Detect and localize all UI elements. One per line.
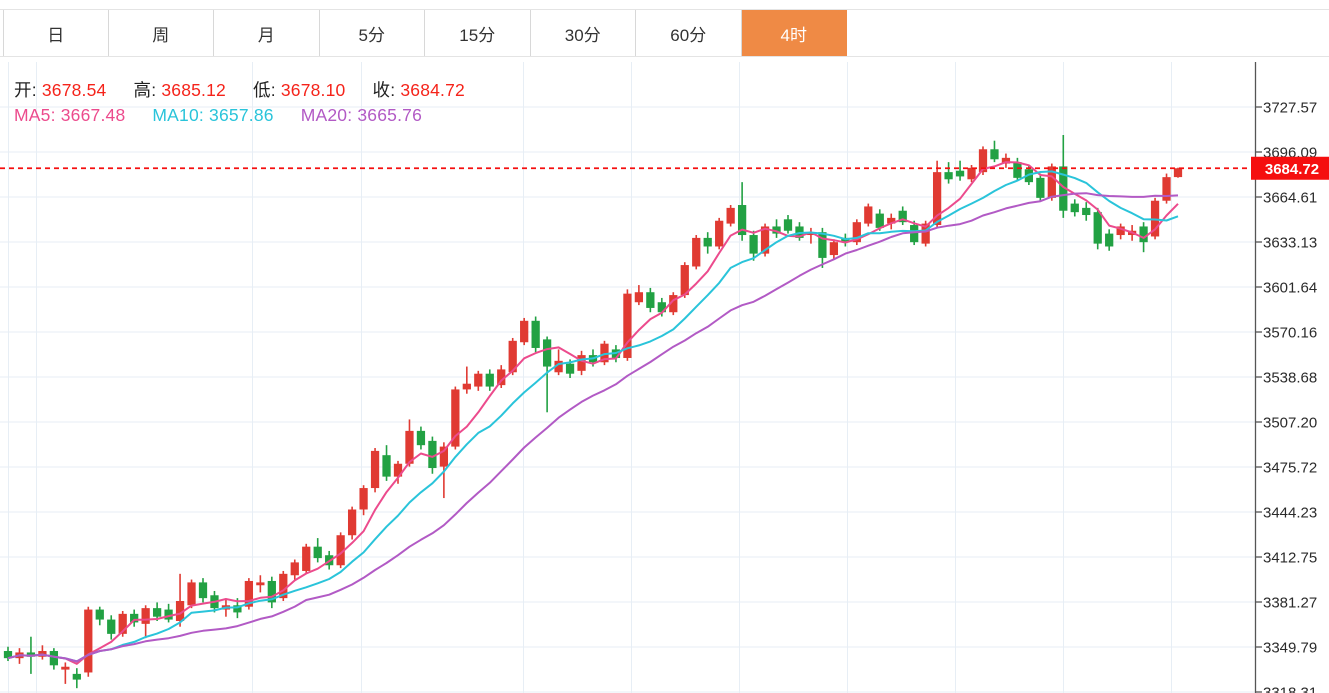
candle-body: [1013, 162, 1021, 178]
ma-label: MA20:: [301, 105, 353, 125]
candle-body: [1174, 168, 1182, 177]
ma-readout: MA5: 3667.48 MA10: 3657.86 MA20: 3665.76: [14, 105, 449, 126]
candle-body: [96, 610, 104, 620]
ma20-line: [8, 193, 1178, 661]
candle-body: [302, 547, 310, 571]
ma-value: 3667.48: [56, 105, 126, 125]
candle-body: [73, 674, 81, 680]
candle-body: [1071, 204, 1079, 213]
candle-body: [107, 620, 115, 634]
ma5-line: [8, 162, 1178, 664]
candle-body: [142, 608, 150, 624]
ohlc-group: 高: 3685.12: [134, 80, 227, 100]
candle-body: [451, 389, 459, 446]
candle-body: [1036, 178, 1044, 198]
candle-body: [566, 364, 574, 374]
ohlc-group: 低: 3678.10: [253, 80, 346, 100]
y-tick-label: 3318.31: [1263, 685, 1317, 693]
candle-body: [692, 238, 700, 267]
candle-body: [635, 292, 643, 302]
candle-body: [715, 221, 723, 247]
candle-body: [486, 374, 494, 387]
ma-label: MA10:: [152, 105, 204, 125]
candle-body: [704, 238, 712, 247]
ohlc-label: 开:: [14, 80, 37, 100]
ohlc-group: 收: 3684.72: [373, 80, 466, 100]
candle-body: [944, 172, 952, 179]
ohlc-group: 开: 3678.54: [14, 80, 107, 100]
candle-body: [646, 292, 654, 308]
y-tick-label: 3349.79: [1263, 640, 1317, 657]
candle-body: [990, 149, 998, 159]
candle-body: [382, 455, 390, 476]
ohlc-label: 低:: [253, 80, 276, 100]
y-tick-label: 3444.23: [1263, 505, 1317, 522]
candle-body: [371, 451, 379, 488]
candle-body: [187, 582, 195, 605]
ohlc-label: 收:: [373, 80, 396, 100]
candle-body: [314, 547, 322, 558]
candle-body: [864, 206, 872, 223]
candle-body: [463, 384, 471, 390]
candle-body: [543, 339, 551, 366]
candle-body: [61, 667, 69, 670]
chart-widget: 日周月5分15分30分60分4时 开: 3678.54高: 3685.12低: …: [0, 0, 1329, 693]
candle-body: [348, 509, 356, 535]
candle-body: [956, 171, 964, 177]
candle-body: [1162, 177, 1170, 201]
candle-body: [359, 488, 367, 509]
ohlc-value: 3678.54: [37, 80, 107, 100]
candle-body: [749, 235, 757, 254]
candle-body: [577, 355, 585, 371]
candle-body: [474, 374, 482, 387]
candle-body: [1082, 208, 1090, 215]
ohlc-value: 3684.72: [395, 80, 465, 100]
ohlc-value: 3685.12: [156, 80, 226, 100]
y-tick-label: 3412.75: [1263, 550, 1317, 567]
ma-value: 3665.76: [352, 105, 422, 125]
y-tick-label: 3727.57: [1263, 100, 1317, 117]
ma-group: MA20: 3665.76: [301, 105, 422, 125]
ma-group: MA5: 3667.48: [14, 105, 125, 125]
candle-body: [830, 242, 838, 255]
candle-body: [1105, 234, 1113, 247]
y-tick-label: 3538.68: [1263, 370, 1317, 387]
ohlc-readout: 开: 3678.54 高: 3685.12 低: 3678.10 收: 3684.72: [14, 77, 492, 102]
candle-body: [153, 608, 161, 617]
current-price-badge-label: 3684.72: [1265, 161, 1319, 178]
y-tick-label: 3570.16: [1263, 325, 1317, 342]
candle-body: [50, 651, 58, 665]
candle-body: [967, 168, 975, 179]
ohlc-value: 3678.10: [276, 80, 346, 100]
candle-body: [84, 610, 92, 673]
ma10-line: [8, 171, 1178, 661]
ma-group: MA10: 3657.86: [152, 105, 273, 125]
y-tick-label: 3507.20: [1263, 415, 1317, 432]
candlestick-chart[interactable]: 3727.573696.093664.613633.133601.643570.…: [0, 0, 1329, 693]
ma-value: 3657.86: [204, 105, 274, 125]
candle-body: [256, 582, 264, 585]
candle-body: [532, 321, 540, 348]
ma-label: MA5:: [14, 105, 56, 125]
candle-body: [199, 582, 207, 598]
candle-body: [784, 219, 792, 230]
ohlc-label: 高:: [134, 80, 157, 100]
y-tick-label: 3601.64: [1263, 280, 1317, 297]
candle-body: [727, 208, 735, 224]
candle-body: [910, 225, 918, 242]
y-tick-label: 3633.13: [1263, 235, 1317, 252]
candle-body: [291, 562, 299, 575]
candle-body: [417, 431, 425, 445]
candle-body: [1094, 212, 1102, 243]
candle-body: [876, 214, 884, 228]
y-tick-label: 3475.72: [1263, 460, 1317, 477]
y-tick-label: 3381.27: [1263, 595, 1317, 612]
candle-body: [1139, 226, 1147, 242]
candle-body: [520, 321, 528, 342]
y-tick-label: 3664.61: [1263, 190, 1317, 207]
